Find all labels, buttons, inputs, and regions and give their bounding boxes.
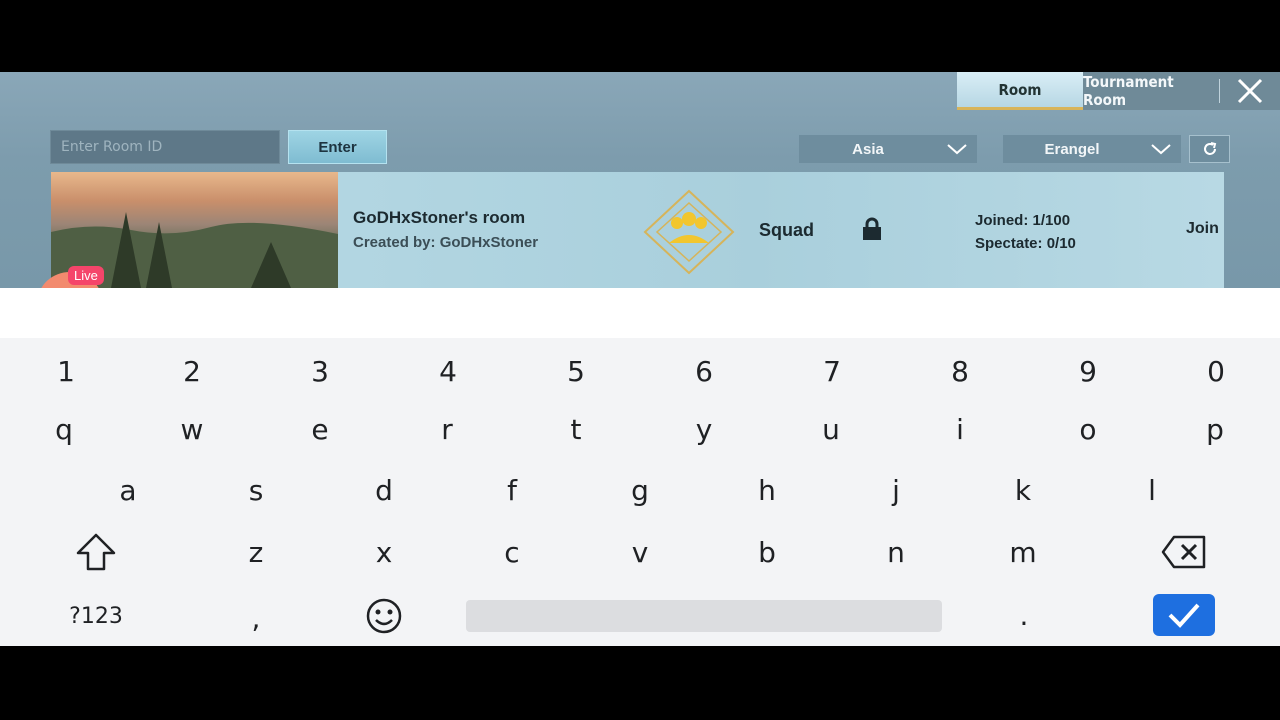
key-6[interactable]: 6: [674, 346, 734, 396]
symbols-key[interactable]: ?123: [56, 594, 136, 638]
key-a[interactable]: a: [98, 465, 158, 515]
key-0[interactable]: 0: [1186, 346, 1246, 396]
key-t[interactable]: t: [546, 404, 606, 454]
text-input-bar[interactable]: [0, 288, 1280, 338]
done-key[interactable]: [1153, 594, 1215, 636]
key-k[interactable]: k: [993, 465, 1053, 515]
tab-room[interactable]: Room: [957, 72, 1083, 110]
checkmark-icon: [1168, 603, 1200, 628]
key-v[interactable]: v: [610, 527, 670, 577]
key-b[interactable]: b: [737, 527, 797, 577]
backspace-icon: [1161, 535, 1206, 569]
key-3[interactable]: 3: [290, 346, 350, 396]
game-screen: Room Tournament Room Enter Room ID Enter…: [0, 72, 1280, 288]
key-r[interactable]: r: [417, 404, 477, 454]
region-label: Asia: [852, 140, 884, 158]
letterbox-top: [0, 0, 1280, 72]
emoji-key[interactable]: [354, 591, 414, 641]
region-dropdown[interactable]: Asia: [799, 135, 977, 163]
key-7[interactable]: 7: [802, 346, 862, 396]
key-h[interactable]: h: [737, 465, 797, 515]
room-capacity: Joined: 1/100 Spectate: 0/10: [975, 209, 1076, 255]
shift-icon: [76, 533, 116, 571]
key-z[interactable]: z: [226, 527, 286, 577]
key-u[interactable]: u: [801, 404, 861, 454]
key-y[interactable]: y: [674, 404, 734, 454]
join-button[interactable]: Join: [1186, 220, 1219, 238]
key-w[interactable]: w: [162, 404, 222, 454]
key-2[interactable]: 2: [162, 346, 222, 396]
key-f[interactable]: f: [482, 465, 542, 515]
letterbox-bottom: [0, 646, 1280, 720]
on-screen-keyboard: 1 2 3 4 5 6 7 8 9 0 q w e r t y u i o p …: [0, 338, 1280, 646]
key-5[interactable]: 5: [546, 346, 606, 396]
shift-key[interactable]: [66, 527, 126, 577]
refresh-icon: [1203, 142, 1216, 155]
room-id-input[interactable]: Enter Room ID: [50, 130, 280, 164]
period-key[interactable]: .: [994, 590, 1054, 640]
backspace-key[interactable]: [1154, 527, 1214, 577]
room-tabs: Room Tournament Room: [957, 72, 1280, 110]
refresh-button[interactable]: [1189, 135, 1230, 163]
space-bar[interactable]: [466, 600, 942, 632]
key-q[interactable]: q: [34, 404, 94, 454]
key-1[interactable]: 1: [36, 346, 96, 396]
key-n[interactable]: n: [866, 527, 926, 577]
lock-icon: [863, 217, 881, 240]
chevron-down-icon: [1141, 143, 1181, 155]
key-d[interactable]: d: [354, 465, 414, 515]
key-8[interactable]: 8: [930, 346, 990, 396]
chevron-down-icon: [937, 143, 977, 155]
key-l[interactable]: l: [1122, 465, 1182, 515]
joined-count: Joined: 1/100: [975, 212, 1071, 229]
emoji-icon: [366, 598, 402, 634]
key-m[interactable]: m: [993, 527, 1053, 577]
room-creator: Created by: GoDHxStoner: [353, 234, 539, 251]
close-icon: [1237, 78, 1263, 104]
key-4[interactable]: 4: [418, 346, 478, 396]
room-list-item[interactable]: GoDHxStoner's room Created by: GoDHxSton…: [51, 172, 1224, 288]
comma-key[interactable]: ,: [226, 593, 286, 643]
map-dropdown[interactable]: Erangel: [1003, 135, 1181, 163]
key-i[interactable]: i: [930, 404, 990, 454]
enter-button[interactable]: Enter: [288, 130, 387, 164]
key-s[interactable]: s: [226, 465, 286, 515]
close-button[interactable]: [1220, 72, 1280, 110]
key-9[interactable]: 9: [1058, 346, 1118, 396]
key-p[interactable]: p: [1185, 404, 1245, 454]
spectate-count: Spectate: 0/10: [975, 235, 1076, 252]
live-label: Live: [68, 266, 104, 285]
mode-label: Squad: [759, 220, 815, 240]
key-e[interactable]: e: [290, 404, 350, 454]
key-x[interactable]: x: [354, 527, 414, 577]
room-name: GoDHxStoner's room: [353, 208, 526, 227]
tab-tournament-room[interactable]: Tournament Room: [1083, 72, 1219, 110]
map-label: Erangel: [1044, 140, 1100, 158]
key-j[interactable]: j: [866, 465, 926, 515]
key-g[interactable]: g: [610, 465, 670, 515]
key-c[interactable]: c: [482, 527, 542, 577]
squad-icon: [643, 189, 735, 275]
key-o[interactable]: o: [1058, 404, 1118, 454]
